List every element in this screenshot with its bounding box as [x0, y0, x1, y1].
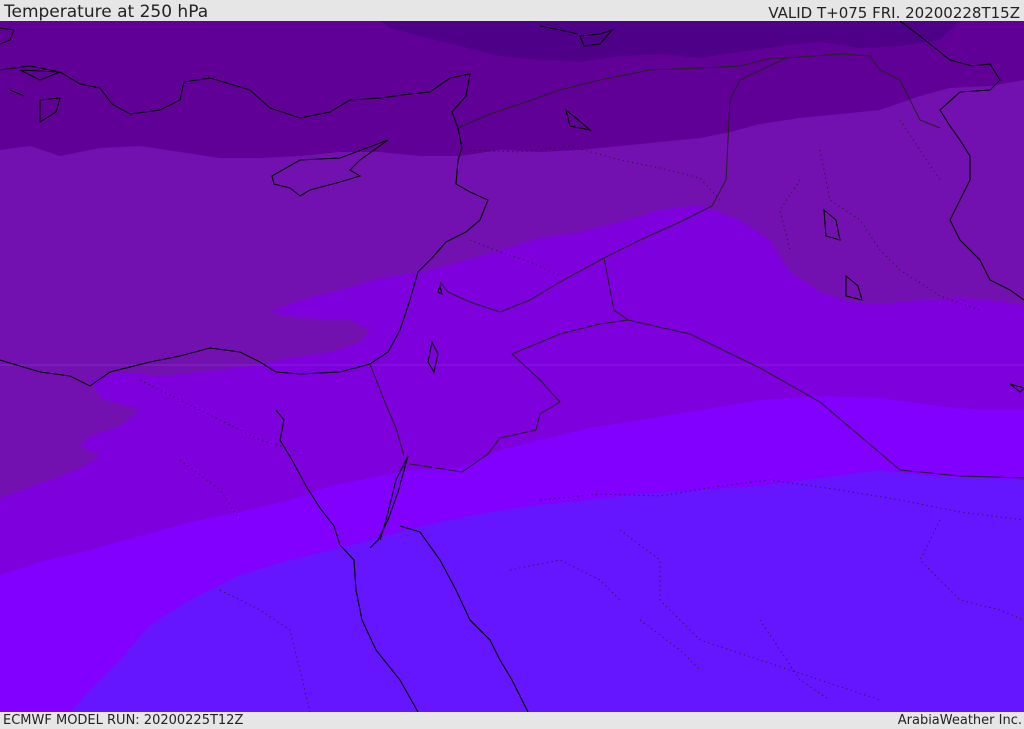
- temperature-map[interactable]: [0, 21, 1024, 712]
- brand-label: ArabiaWeather Inc.: [897, 713, 1022, 728]
- valid-time: VALID T+075 FRI. 20200228T15Z: [768, 4, 1020, 22]
- map-title: Temperature at 250 hPa: [4, 2, 209, 22]
- model-run-label: ECMWF MODEL RUN: 20200225T12Z: [3, 713, 244, 728]
- header-bar: Temperature at 250 hPa VALID T+075 FRI. …: [0, 0, 1024, 21]
- footer-bar: ECMWF MODEL RUN: 20200225T12Z ArabiaWeat…: [0, 712, 1024, 729]
- map-area[interactable]: [0, 21, 1024, 712]
